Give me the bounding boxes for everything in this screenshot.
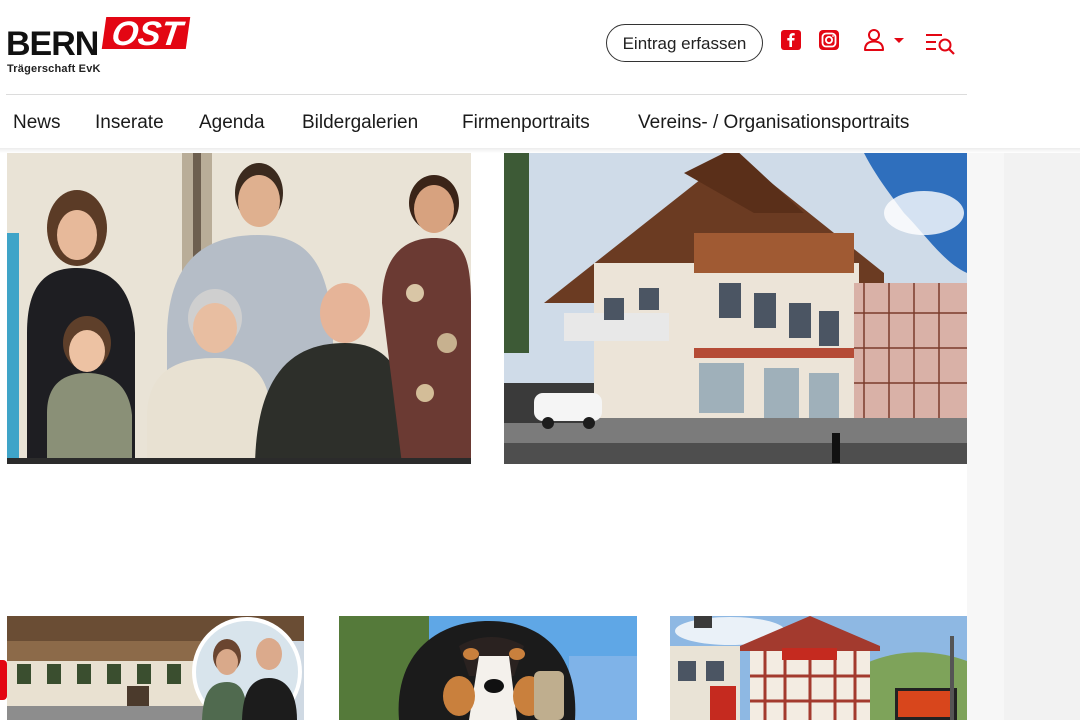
nav-item-news[interactable]: News: [13, 112, 61, 134]
news-card-image-restaurant[interactable]: [7, 616, 304, 720]
logo-text-ost: OST: [101, 15, 191, 53]
right-gutter-shade: [1004, 150, 1080, 720]
nav-item-firmenportraits[interactable]: Firmenportraits: [462, 112, 590, 134]
main-nav: News Inserate Agenda Bildergalerien Firm…: [0, 100, 967, 148]
logo-subtitle: Trägerschaft EvK: [7, 63, 101, 75]
news-card-image-dog[interactable]: [339, 616, 637, 720]
nav-item-inserate[interactable]: Inserate: [95, 112, 164, 134]
logo-text-bern: BERN: [6, 25, 99, 63]
news-card-image-building[interactable]: [504, 153, 967, 464]
entry-create-button[interactable]: Eintrag erfassen: [606, 24, 763, 62]
nav-item-agenda[interactable]: Agenda: [199, 112, 265, 134]
header-divider: [6, 94, 967, 95]
news-card-image-mcdrive[interactable]: [670, 616, 967, 720]
page: BERN OST Trägerschaft EvK Eintrag erfass…: [0, 0, 1080, 720]
nav-item-bildergalerien[interactable]: Bildergalerien: [302, 112, 418, 134]
nav-item-vereinsportraits[interactable]: Vereins- / Organisationsportraits: [638, 112, 909, 134]
facebook-icon[interactable]: [780, 29, 802, 51]
site-logo[interactable]: BERN OST Trägerschaft EvK: [6, 15, 196, 77]
site-header: BERN OST Trägerschaft EvK Eintrag erfass…: [0, 0, 967, 95]
instagram-icon[interactable]: [818, 29, 840, 51]
side-edge-tab[interactable]: [0, 660, 7, 700]
news-card-image-family[interactable]: [7, 153, 471, 464]
user-menu-icon[interactable]: [863, 28, 907, 51]
search-list-icon[interactable]: [925, 31, 957, 55]
